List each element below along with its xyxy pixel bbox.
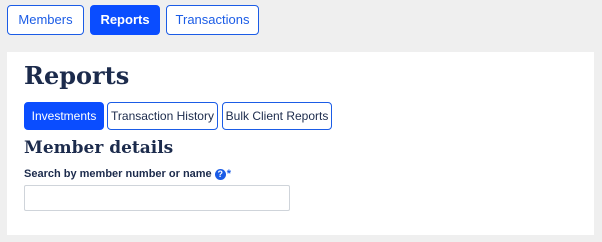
tab-bulk-client-reports[interactable]: Bulk Client Reports bbox=[222, 102, 332, 130]
nav-transactions-button[interactable]: Transactions bbox=[166, 5, 259, 35]
search-field-label: Search by member number or name ? * bbox=[24, 166, 231, 182]
tab-investments[interactable]: Investments bbox=[24, 102, 104, 130]
page-title: Reports bbox=[24, 61, 130, 90]
member-details-heading: Member details bbox=[24, 138, 174, 158]
reports-panel: Reports Investments Transaction History … bbox=[7, 52, 594, 235]
tab-transaction-history[interactable]: Transaction History bbox=[107, 102, 218, 130]
nav-members-button[interactable]: Members bbox=[7, 5, 84, 35]
question-circle-icon[interactable]: ? bbox=[214, 168, 226, 180]
top-navigation: Members Reports Transactions bbox=[0, 0, 602, 40]
search-label-text: Search by member number or name bbox=[24, 168, 212, 180]
member-search-input[interactable] bbox=[24, 185, 290, 211]
nav-reports-button[interactable]: Reports bbox=[90, 5, 160, 35]
required-asterisk: * bbox=[226, 168, 231, 180]
